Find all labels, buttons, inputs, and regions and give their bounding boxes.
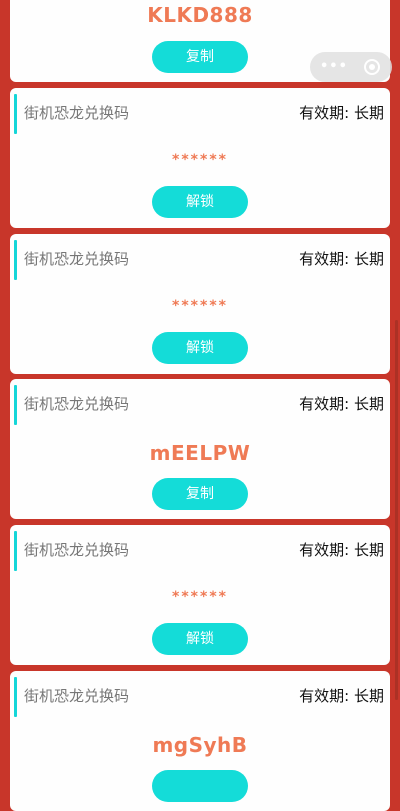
card-header: 街机恐龙兑换码 有效期: 长期 xyxy=(10,671,390,721)
redeem-code: mEELPW xyxy=(149,441,251,465)
validity-label: 有效期: 长期 xyxy=(299,250,384,268)
more-dots-icon[interactable]: ••• xyxy=(320,58,347,76)
copy-button[interactable] xyxy=(152,770,248,802)
code-list-page: KLKD888 复制 街机恐龙兑换码 有效期: 长期 ****** 解锁 街机恐… xyxy=(0,0,400,811)
scrollbar[interactable] xyxy=(395,320,398,700)
miniprogram-capsule: ••• xyxy=(310,52,392,82)
unlock-button[interactable]: 解锁 xyxy=(152,332,248,364)
validity-label: 有效期: 长期 xyxy=(299,541,384,559)
redeem-code: mgSyhB xyxy=(152,733,248,757)
card-header: 街机恐龙兑换码 有效期: 长期 xyxy=(10,525,390,575)
card-title: 街机恐龙兑换码 xyxy=(24,104,130,122)
redeem-code-card: 街机恐龙兑换码 有效期: 长期 mEELPW 复制 xyxy=(10,379,390,519)
card-header: 街机恐龙兑换码 有效期: 长期 xyxy=(10,88,390,138)
accent-bar xyxy=(14,385,17,425)
masked-code: ****** xyxy=(172,589,228,605)
redeem-code: KLKD888 xyxy=(147,3,253,27)
card-header: 街机恐龙兑换码 有效期: 长期 xyxy=(10,234,390,284)
accent-bar xyxy=(14,94,17,134)
accent-bar xyxy=(14,240,17,280)
card-title: 街机恐龙兑换码 xyxy=(24,541,130,559)
accent-bar xyxy=(14,531,17,571)
card-header: 街机恐龙兑换码 有效期: 长期 xyxy=(10,379,390,429)
redeem-code-card: 街机恐龙兑换码 有效期: 长期 ****** 解锁 xyxy=(10,88,390,228)
validity-label: 有效期: 长期 xyxy=(299,104,384,122)
card-title: 街机恐龙兑换码 xyxy=(24,395,130,413)
unlock-button[interactable]: 解锁 xyxy=(152,186,248,218)
redeem-code-card: 街机恐龙兑换码 有效期: 长期 mgSyhB xyxy=(10,671,390,811)
unlock-button[interactable]: 解锁 xyxy=(152,623,248,655)
card-title: 街机恐龙兑换码 xyxy=(24,250,130,268)
masked-code: ****** xyxy=(172,152,228,168)
masked-code: ****** xyxy=(172,298,228,314)
copy-button[interactable]: 复制 xyxy=(152,41,248,73)
card-title: 街机恐龙兑换码 xyxy=(24,687,130,705)
redeem-code-card: 街机恐龙兑换码 有效期: 长期 ****** 解锁 xyxy=(10,234,390,374)
target-close-icon[interactable] xyxy=(364,59,380,75)
validity-label: 有效期: 长期 xyxy=(299,395,384,413)
accent-bar xyxy=(14,677,17,717)
validity-label: 有效期: 长期 xyxy=(299,687,384,705)
copy-button[interactable]: 复制 xyxy=(152,478,248,510)
redeem-code-card: 街机恐龙兑换码 有效期: 长期 ****** 解锁 xyxy=(10,525,390,665)
